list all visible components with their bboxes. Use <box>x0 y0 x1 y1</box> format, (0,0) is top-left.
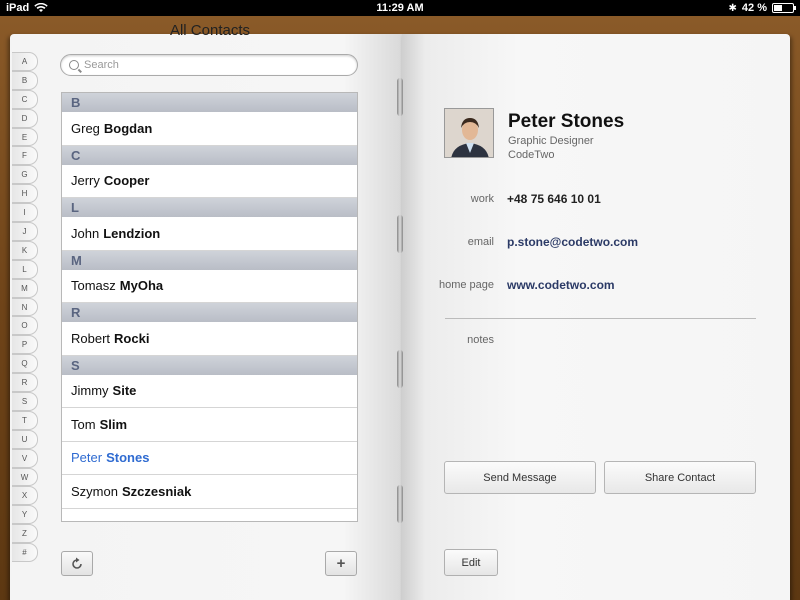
index-letter[interactable]: C <box>12 89 38 109</box>
add-contact-button[interactable]: + <box>325 551 357 576</box>
index-letter[interactable]: Z <box>12 524 38 544</box>
index-letter[interactable]: Q <box>12 354 38 374</box>
bluetooth-icon: ✱ <box>728 2 737 14</box>
contact-first-name: Peter <box>71 450 103 466</box>
index-letter[interactable]: W <box>12 467 38 487</box>
contact-last-name: Cooper <box>103 173 150 189</box>
contact-row[interactable]: John Lendzion <box>62 217 357 251</box>
index-letter[interactable]: T <box>12 410 38 430</box>
company-name: CodeTwo <box>508 149 555 161</box>
home-page-label: home page <box>438 279 494 291</box>
contact-last-name: Site <box>112 383 137 399</box>
contact-last-name: Bogdan <box>103 120 153 136</box>
search-input[interactable] <box>84 59 334 71</box>
section-header: R <box>62 303 357 322</box>
device-name: iPad <box>6 2 30 14</box>
plus-icon: + <box>336 555 346 572</box>
contact-first-name: John <box>71 225 100 241</box>
share-contact-button[interactable]: Share Contact <box>604 461 756 494</box>
index-letter[interactable]: V <box>12 448 38 468</box>
section-header: C <box>62 145 357 165</box>
contact-first-name: Robert <box>71 330 111 346</box>
index-letter[interactable]: G <box>12 165 38 185</box>
wifi-icon <box>34 3 48 12</box>
battery-icon <box>772 3 796 13</box>
work-label: work <box>470 193 494 205</box>
status-time: 11:29 AM <box>376 2 424 14</box>
index-letter[interactable]: K <box>12 240 38 260</box>
index-letter[interactable]: # <box>12 543 38 563</box>
index-letter[interactable]: E <box>12 127 38 147</box>
index-letter[interactable]: Y <box>12 505 38 525</box>
binder-ring <box>397 350 403 388</box>
index-letter[interactable]: N <box>12 297 38 317</box>
alphabet-index[interactable]: A B C D E F G H I J K L M N O P Q R S T U V W X Y Z # <box>12 52 38 563</box>
binder-ring <box>397 78 403 116</box>
contact-last-name: MyOha <box>119 278 164 294</box>
contact-row[interactable]: Szymon Szczesniak <box>62 475 357 509</box>
person-photo-icon <box>445 109 493 157</box>
search-icon <box>69 60 79 70</box>
contact-row[interactable]: Tomasz MyOha <box>62 270 357 303</box>
index-letter[interactable]: H <box>12 184 38 204</box>
index-letter[interactable]: J <box>12 222 38 241</box>
binder-ring <box>397 485 403 523</box>
index-letter[interactable]: F <box>12 146 38 166</box>
contact-last-name: Szczesniak <box>121 483 192 499</box>
index-letter[interactable]: B <box>12 70 38 90</box>
send-message-button[interactable]: Send Message <box>444 461 596 494</box>
index-letter[interactable]: D <box>12 108 38 128</box>
contact-last-name: Slim <box>99 416 128 432</box>
status-bar: iPad 11:29 AM ✱ 42 % <box>0 0 800 16</box>
job-title: Graphic Designer <box>508 135 594 147</box>
section-header: M <box>62 250 357 270</box>
index-letter[interactable]: X <box>12 486 38 506</box>
search-bar[interactable] <box>60 54 358 76</box>
index-letter[interactable]: M <box>12 278 38 298</box>
contact-first-name: Greg <box>71 120 100 136</box>
contact-row[interactable]: Greg Bogdan <box>62 112 357 146</box>
index-letter[interactable]: A <box>12 52 38 71</box>
work-phone[interactable]: +48 75 646 10 01 <box>507 192 601 206</box>
contact-first-name: Tom <box>71 416 96 432</box>
index-letter[interactable]: U <box>12 429 38 449</box>
avatar <box>444 108 494 158</box>
contact-row[interactable]: Jimmy Site <box>62 375 357 408</box>
contact-row[interactable]: Peter Stones <box>62 442 357 475</box>
contact-last-name: Stones <box>106 450 150 466</box>
notes-label: notes <box>467 334 494 346</box>
contact-first-name: Szymon <box>71 483 118 499</box>
index-letter[interactable]: I <box>12 203 38 223</box>
index-letter[interactable]: S <box>12 392 38 411</box>
email-link[interactable]: p.stone@codetwo.com <box>507 235 638 249</box>
refresh-button[interactable] <box>61 551 93 576</box>
index-letter[interactable]: R <box>12 373 38 393</box>
index-letter[interactable]: P <box>12 335 38 355</box>
list-title: All Contacts <box>169 22 251 39</box>
contact-name: Peter Stones <box>508 111 625 132</box>
edit-button[interactable]: Edit <box>444 549 498 576</box>
contact-first-name: Jerry <box>71 173 100 189</box>
index-letter[interactable]: O <box>12 316 38 336</box>
battery-fill <box>774 5 782 11</box>
email-label: email <box>467 236 494 248</box>
contact-list: B Greg Bogdan C Jerry Cooper L John Lendzion M Tom… <box>61 92 358 522</box>
contact-row[interactable]: Robert Rocki <box>62 322 357 356</box>
section-header: B <box>62 93 357 112</box>
section-header: L <box>62 198 357 217</box>
binder-ring <box>397 215 403 253</box>
refresh-icon <box>72 557 82 569</box>
home-page-link[interactable]: www.codetwo.com <box>507 278 615 292</box>
divider <box>445 318 756 319</box>
contact-row[interactable]: Tom Slim <box>62 408 357 442</box>
contact-last-name: Lendzion <box>103 225 161 241</box>
contact-first-name: Tomasz <box>71 278 116 294</box>
contact-first-name: Jimmy <box>71 383 109 399</box>
battery-percent: 42 % <box>741 2 767 14</box>
section-header: S <box>62 355 357 375</box>
contact-last-name: Rocki <box>114 330 150 346</box>
contact-row[interactable]: Jerry Cooper <box>62 165 357 198</box>
index-letter[interactable]: L <box>12 259 38 279</box>
